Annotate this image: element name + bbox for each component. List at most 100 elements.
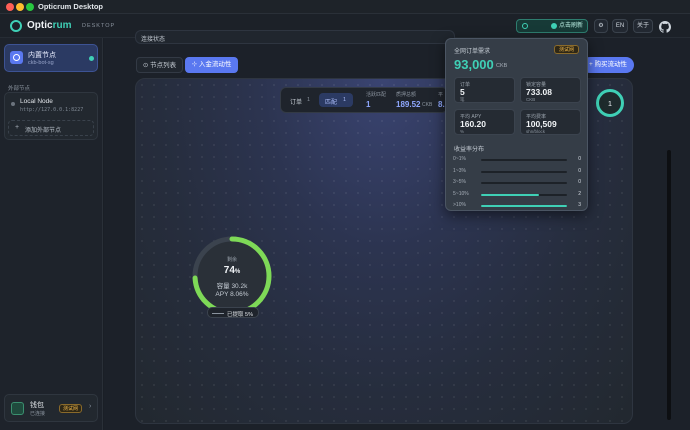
brand-name: Opticrum: [27, 20, 71, 31]
tab-node-list-label: 节点列表: [150, 62, 177, 69]
popover-network-badge: 测试网: [553, 45, 579, 54]
popover-total: 93,000: [454, 57, 494, 72]
status-strip-text: 连接状态: [141, 37, 166, 43]
stat-card-locked-unit: CKB: [526, 97, 536, 102]
gauge-label: 剩余: [226, 257, 237, 263]
add-external-node-button[interactable]: + 添加外部节点: [8, 120, 94, 136]
distribution-title: 收益率分布: [454, 147, 485, 153]
network-badge: 测试网: [59, 404, 83, 413]
brand-name-post: rum: [52, 20, 72, 31]
distribution-row: 1~3% 0: [453, 168, 581, 176]
distribution-track: [481, 193, 567, 196]
wallet-status: 已连接: [30, 411, 46, 417]
extra-stat-value: 8.: [438, 100, 445, 109]
status-ring-icon: [522, 23, 528, 29]
stat-card-fee-value: 100,509: [526, 119, 557, 129]
builtin-node-title: 内置节点: [28, 52, 56, 59]
gauge-percent-value: 74: [223, 265, 235, 276]
close-window-button[interactable]: [6, 3, 14, 11]
tab-node-list[interactable]: ⊙ 节点列表: [136, 57, 183, 73]
app-window: Opticrum Desktop Opticrum DESKTOP 点击刷新 ⚙…: [0, 0, 690, 430]
zoom-window-button[interactable]: [26, 3, 34, 11]
staked-amount-unit: CKB: [422, 102, 433, 108]
builtin-node-subtitle: ckb-bot-sg: [28, 60, 54, 66]
stat-card-orders: 订单 5 笔: [454, 77, 515, 103]
sidebar-item-local-node[interactable]: Local Node http://127.0.0.1:8227: [5, 93, 97, 117]
distribution-range: 1~3%: [453, 167, 466, 174]
distribution-track: [481, 205, 567, 207]
stat-card-locked: 锁定容量 733.08 CKB: [520, 77, 581, 103]
plus-icon: +: [15, 124, 20, 131]
tab-deposit-liquidity-label: 入金流动性: [198, 61, 232, 68]
stat-card-fee-unit: shn/block: [526, 129, 546, 134]
status-strip: 连接状态: [135, 30, 455, 44]
stat-card-fee: 平均费率 100,509 shn/block: [520, 109, 581, 135]
distribution-row: 5~10% 2: [453, 191, 581, 199]
stat-card-locked-value: 733.08: [526, 87, 552, 97]
match-count: 1: [343, 97, 347, 103]
active-match-value: 1: [366, 100, 371, 109]
extra-stat-label: 平: [438, 92, 444, 98]
sidebar: 内置节点 ckb-bot-sg 外部节点 Local Node http://1…: [0, 38, 103, 430]
match-toggle[interactable]: 匹配 1: [319, 93, 353, 107]
orders-count: 1: [307, 97, 311, 103]
distribution-count: 0: [578, 179, 581, 185]
about-button[interactable]: 关于: [633, 19, 653, 33]
match-label: 匹配: [325, 100, 338, 106]
distribution-count: 0: [578, 167, 581, 174]
local-node-name: Local Node: [20, 98, 53, 105]
distribution-fill: [481, 193, 539, 196]
stat-card-apy-unit: %: [460, 129, 465, 134]
order-ring[interactable]: 1: [596, 89, 624, 117]
distribution-count: 0: [578, 156, 581, 162]
distribution-range: >10%: [453, 202, 466, 208]
distribution-range: 5~10%: [453, 190, 469, 197]
distribution-row: >10% 3: [453, 202, 581, 210]
window-title: Opticrum Desktop: [38, 2, 104, 11]
distribution-range: 0~1%: [453, 156, 466, 162]
stat-card-orders-value: 5: [460, 87, 465, 97]
distribution-fill: [481, 205, 567, 207]
active-match-label: 活跃匹配: [366, 92, 387, 98]
network-demand-popover: 全网订单需求 测试网 93,000 CKB 订单 5 笔 锁定容量 733.08…: [445, 38, 588, 211]
minimize-window-button[interactable]: [16, 3, 24, 11]
external-nodes-heading: 外部节点: [8, 86, 31, 92]
buy-liquidity-button[interactable]: + 购买流动性: [582, 57, 634, 73]
node-icon: [10, 51, 23, 64]
stats-bar: 订单 1 匹配 1 活跃匹配 1 质押总额 189.52 CKB 平 8.: [280, 87, 448, 113]
withdrawn-pill: 已提取 5%: [207, 307, 259, 318]
withdrawn-line: [212, 313, 224, 314]
withdrawn-label: 已提取 5%: [227, 312, 253, 318]
brand-logo-icon: [10, 20, 22, 32]
sidebar-item-builtin-node[interactable]: 内置节点 ckb-bot-sg: [4, 44, 98, 72]
wallet-title: 钱包: [30, 402, 44, 409]
distribution-range: 3~5%: [453, 179, 466, 185]
github-icon[interactable]: [659, 20, 671, 33]
add-external-node-label: 添加外部节点: [25, 128, 62, 134]
gauge-apy: APY 8.06%: [215, 291, 249, 298]
popover-total-unit: CKB: [496, 63, 508, 69]
gauge-percent-sign: %: [234, 269, 241, 275]
order-ring-count: 1: [607, 99, 613, 108]
gear-icon: ⚙: [598, 23, 604, 29]
settings-button[interactable]: ⚙: [594, 19, 608, 33]
distribution-track: [481, 170, 567, 173]
stat-card-apy-value: 160.20: [460, 119, 486, 129]
tab-deposit-liquidity[interactable]: ⊹ 入金流动性: [185, 57, 238, 73]
language-button[interactable]: EN: [612, 19, 628, 33]
distribution-track: [481, 182, 567, 184]
title-bar: Opticrum Desktop: [0, 0, 690, 14]
refresh-button[interactable]: 点击刷新: [516, 19, 588, 33]
brand-name-pre: Optic: [27, 20, 53, 31]
popover-title: 全网订单需求: [454, 49, 491, 55]
status-dot-icon: [551, 23, 557, 29]
scrollbar-thumb[interactable]: [667, 150, 671, 420]
refresh-label: 点击刷新: [559, 23, 584, 29]
staked-amount-value: 189.52: [396, 100, 421, 109]
wallet-card[interactable]: 钱包 已连接 测试网 ›: [4, 394, 98, 422]
brand-subtitle: DESKTOP: [82, 23, 116, 29]
external-nodes-group: Local Node http://127.0.0.1:8227 + 添加外部节…: [4, 92, 98, 140]
distribution-row: 3~5% 0: [453, 179, 581, 187]
chevron-right-icon: ›: [89, 403, 92, 410]
pool-gauge[interactable]: 剩余 74% 容量 30.2k APY 8.06%: [190, 234, 274, 318]
